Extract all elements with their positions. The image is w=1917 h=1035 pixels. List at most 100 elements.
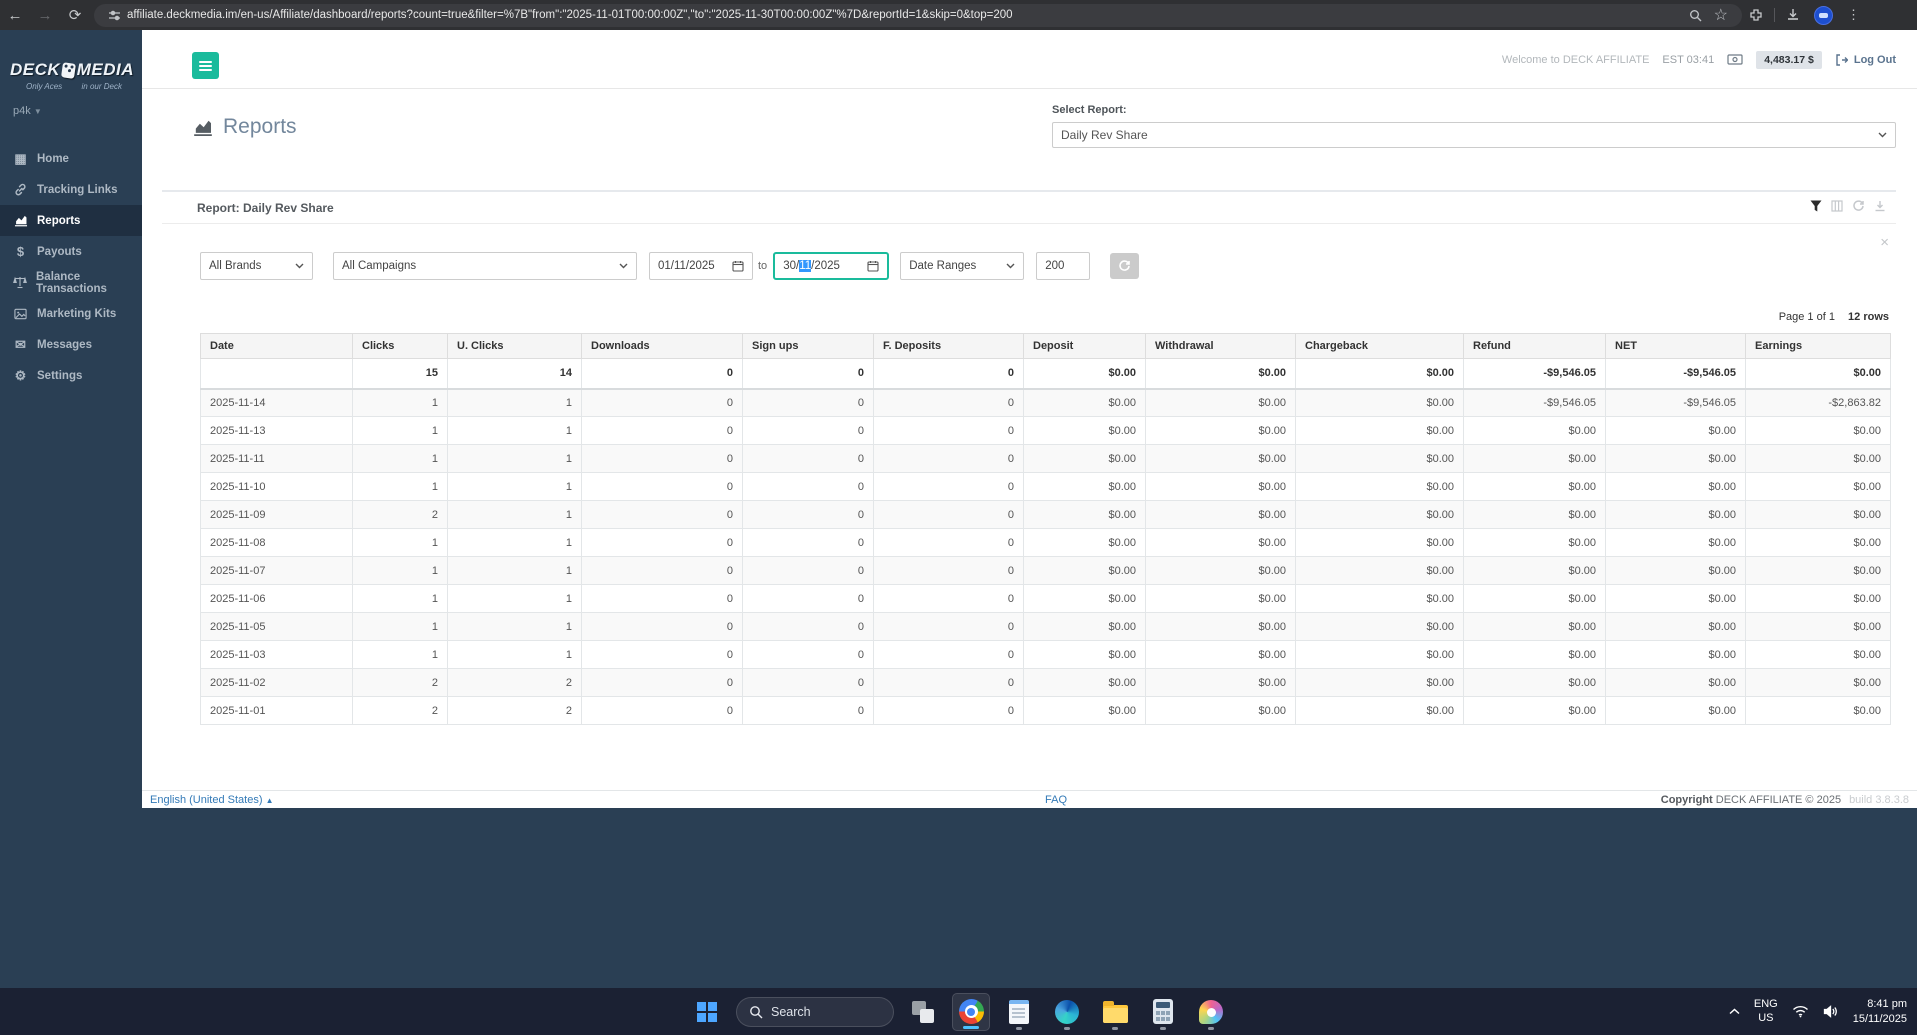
apply-refresh-button[interactable]: [1110, 253, 1140, 279]
taskbar-paint[interactable]: [1192, 993, 1230, 1031]
column-header-deposit[interactable]: Deposit: [1023, 333, 1146, 359]
forward-icon[interactable]: →: [30, 7, 60, 24]
column-header-sign-ups[interactable]: Sign ups: [742, 333, 874, 359]
column-header-downloads[interactable]: Downloads: [581, 333, 743, 359]
taskbar-file-explorer[interactable]: [1096, 993, 1134, 1031]
search-icon: [750, 1005, 763, 1018]
date-from-input[interactable]: 01/11/2025: [649, 252, 753, 280]
account-dropdown[interactable]: p4k ▼: [0, 91, 142, 117]
taskbar-edge[interactable]: [1048, 993, 1086, 1031]
sidebar-item-payouts[interactable]: $ Payouts: [0, 236, 142, 267]
value-cell: 0: [581, 612, 743, 641]
calendar-icon[interactable]: [732, 260, 744, 272]
profile-avatar[interactable]: [1814, 5, 1833, 25]
date-ranges-select[interactable]: Date Ranges: [900, 252, 1025, 280]
balance-badge[interactable]: 4,483.17 $: [1756, 50, 1822, 69]
windows-taskbar: Search ENG US 8:41 pm 15/11/2025: [0, 988, 1917, 1035]
filter-icon[interactable]: [1810, 200, 1822, 212]
campaigns-select[interactable]: All Campaigns: [333, 252, 637, 280]
faq-link[interactable]: FAQ: [1045, 794, 1067, 806]
task-view-button[interactable]: [904, 993, 942, 1031]
tray-chevron-icon[interactable]: [1729, 1008, 1740, 1015]
link-icon: [13, 182, 28, 197]
edge-icon: [1055, 999, 1079, 1024]
value-cell: 0: [581, 556, 743, 585]
table-row: 2025-11-07 1 1 0 0 0 $0.00 $0.00 $0.00 $0.00 $0.00…: [200, 556, 1891, 585]
value-cell: $0.00: [1145, 388, 1296, 417]
taskbar-calculator[interactable]: [1144, 993, 1182, 1031]
value-cell: 2: [352, 500, 448, 529]
column-header-refund[interactable]: Refund: [1463, 333, 1606, 359]
url-text: affiliate.deckmedia.im/en-us/Affiliate/d…: [127, 9, 1013, 21]
sidebar-item-messages[interactable]: ✉ Messages: [0, 329, 142, 360]
value-cell: 0: [581, 640, 743, 669]
column-header-clicks[interactable]: Clicks: [352, 333, 448, 359]
sidebar-item-balance-transactions[interactable]: Balance Transactions: [0, 267, 142, 298]
value-cell: $0.00: [1745, 640, 1891, 669]
brand-logo[interactable]: DECK MEDIA Only Aces in our Deck: [0, 30, 142, 91]
bookmark-star-icon[interactable]: ☆: [1714, 5, 1728, 25]
column-header-earnings[interactable]: Earnings: [1745, 333, 1891, 359]
browser-menu-icon[interactable]: ⋮: [1847, 7, 1860, 23]
chevron-down-icon: [1878, 132, 1887, 138]
taskbar-notepad[interactable]: [1000, 993, 1038, 1031]
date-cell: [200, 358, 353, 390]
speaker-icon[interactable]: [1823, 1005, 1839, 1018]
column-header-chargeback[interactable]: Chargeback: [1295, 333, 1464, 359]
column-header-net[interactable]: NET: [1605, 333, 1746, 359]
chart-icon: [13, 213, 28, 228]
value-cell: 1: [447, 584, 582, 613]
start-button[interactable]: [688, 993, 726, 1031]
sidebar-item-marketing-kits[interactable]: Marketing Kits: [0, 298, 142, 329]
notepad-icon: [1009, 999, 1029, 1024]
report-select[interactable]: Daily Rev Share: [1052, 122, 1896, 148]
sidebar-item-home[interactable]: ▦ Home: [0, 143, 142, 174]
language-indicator[interactable]: ENG US: [1754, 998, 1778, 1026]
column-header-u-clicks[interactable]: U. Clicks: [447, 333, 582, 359]
value-cell: 0: [581, 444, 743, 473]
calendar-icon[interactable]: [867, 260, 879, 272]
value-cell: $0.00: [1023, 584, 1146, 613]
column-header-withdrawal[interactable]: Withdrawal: [1145, 333, 1296, 359]
wifi-icon[interactable]: [1792, 1005, 1809, 1018]
column-header-date[interactable]: Date: [200, 333, 353, 359]
value-cell: $0.00: [1745, 584, 1891, 613]
copyright: Copyright DECK AFFILIATE © 2025 build 3.8…: [1660, 794, 1909, 806]
value-cell: $0.00: [1605, 696, 1746, 725]
downloads-icon[interactable]: [1786, 8, 1800, 22]
taskbar-search[interactable]: Search: [736, 996, 894, 1027]
close-icon[interactable]: ×: [1880, 235, 1889, 250]
date-to-input[interactable]: 30/11/2025: [773, 252, 890, 280]
value-cell: 0: [581, 668, 743, 697]
address-bar[interactable]: affiliate.deckmedia.im/en-us/Affiliate/d…: [94, 3, 1742, 27]
value-cell: $0.00: [1295, 358, 1464, 390]
totals-row: 15 14 0 0 0 $0.00 $0.00 $0.00 -$9,546.05 -$9,546.…: [200, 358, 1891, 390]
reload-icon[interactable]: ⟳: [60, 6, 90, 24]
sidebar-item-tracking-links[interactable]: Tracking Links: [0, 174, 142, 205]
value-cell: $0.00: [1023, 500, 1146, 529]
language-selector[interactable]: English (United States) ▲: [150, 794, 273, 806]
column-header-f-deposits[interactable]: F. Deposits: [873, 333, 1024, 359]
export-download-icon[interactable]: [1874, 200, 1886, 212]
value-cell: $0.00: [1295, 696, 1464, 725]
clock[interactable]: 8:41 pm 15/11/2025: [1853, 997, 1907, 1027]
value-cell: 0: [742, 640, 874, 669]
site-settings-icon[interactable]: [108, 9, 121, 22]
main-content: Welcome to DECK AFFILIATE EST 03:41 4,48…: [142, 30, 1917, 790]
sidebar-toggle-button[interactable]: [192, 52, 219, 79]
value-cell: 0: [742, 668, 874, 697]
sidebar-item-reports[interactable]: Reports: [0, 205, 142, 236]
logout-button[interactable]: Log Out: [1835, 54, 1896, 66]
value-cell: $0.00: [1145, 668, 1296, 697]
back-icon[interactable]: ←: [0, 7, 30, 24]
brands-select[interactable]: All Brands: [200, 252, 313, 280]
columns-icon[interactable]: [1831, 200, 1843, 212]
extensions-icon[interactable]: [1749, 8, 1763, 22]
value-cell: $0.00: [1145, 444, 1296, 473]
sidebar-item-settings[interactable]: ⚙ Settings: [0, 360, 142, 391]
zoom-icon[interactable]: [1689, 9, 1702, 22]
refresh-icon[interactable]: [1852, 200, 1865, 212]
row-limit-input[interactable]: 200: [1036, 252, 1091, 280]
taskbar-chrome[interactable]: [952, 992, 990, 1031]
date-cell: 2025-11-07: [200, 556, 353, 585]
